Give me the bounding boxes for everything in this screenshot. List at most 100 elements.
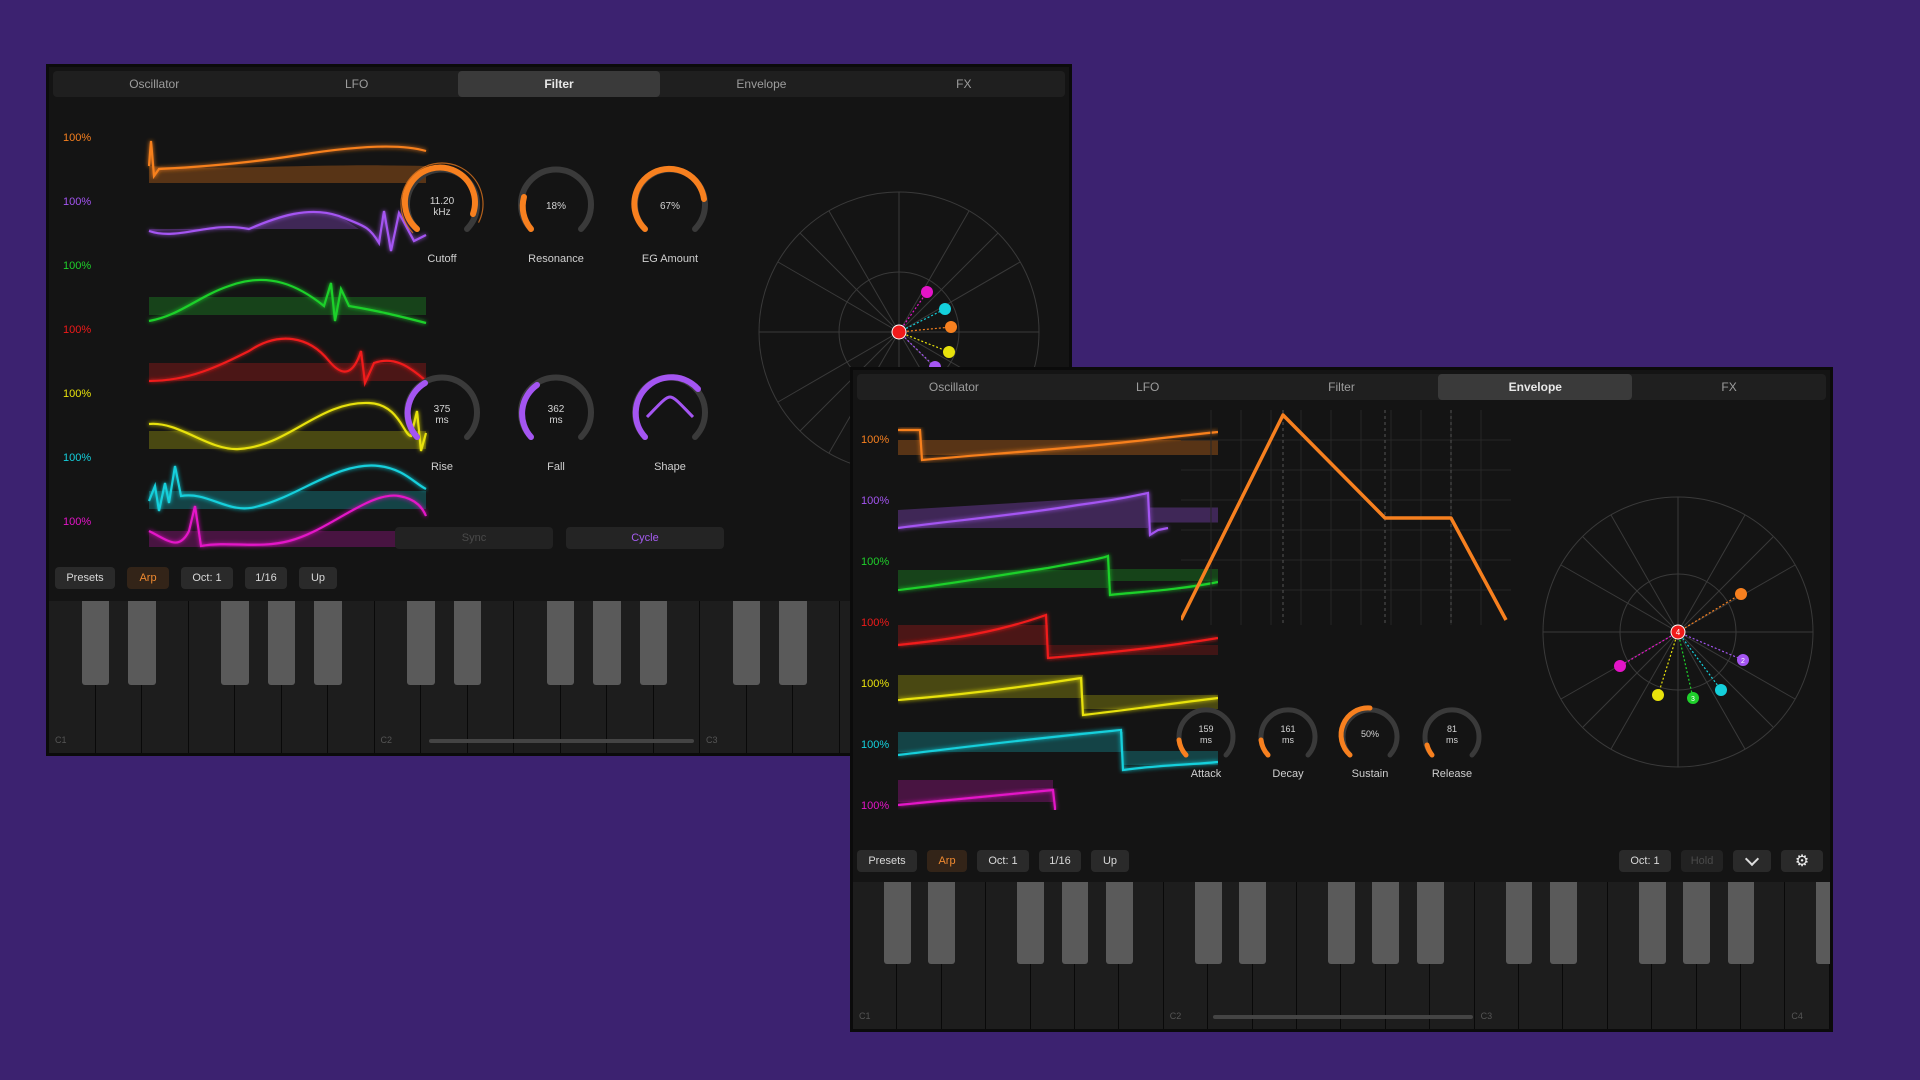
lane-level-4[interactable]: 100% [861,617,889,629]
piano-keyboard[interactable]: C1 C2 C3 C4 [853,882,1830,1029]
lane-level-1[interactable]: 100% [861,434,889,446]
gear-icon: ⚙ [1794,853,1810,870]
arp-button[interactable]: Arp [127,567,169,589]
eg-amount-label: EG Amount [641,253,699,265]
tab-oscillator[interactable]: Oscillator [857,374,1051,400]
lane-level-5[interactable]: 100% [861,678,889,690]
sustain-value: 50% [1360,729,1379,739]
octave-button[interactable]: Oct: 1 [977,850,1029,872]
hold-button[interactable]: Hold [1681,850,1723,872]
fall-knob[interactable]: 362 ms Fall [511,367,601,477]
radar-node-purple-label: 2 [1741,658,1745,665]
shape-knob[interactable]: Shape [625,367,715,477]
attack-knob[interactable]: 159 ms Attack [1171,700,1241,790]
resonance-knob[interactable]: 18% Resonance [511,159,601,269]
keyboard-scrollbar[interactable] [1213,1015,1473,1019]
black-key[interactable] [314,601,342,685]
lane-level-7[interactable]: 100% [861,800,889,812]
black-key[interactable] [81,601,110,685]
collapse-button[interactable] [1733,850,1771,872]
tab-fx[interactable]: FX [863,71,1065,97]
tab-envelope[interactable]: Envelope [660,71,862,97]
tab-filter[interactable]: Filter [457,71,661,97]
black-key[interactable] [1061,882,1089,964]
black-key[interactable] [453,601,482,685]
lane-level-3[interactable]: 100% [861,556,889,568]
tab-filter[interactable]: Filter [1245,374,1439,400]
lane-level-1[interactable]: 100% [63,132,91,144]
lane-level-6[interactable]: 100% [63,452,91,464]
fall-label: Fall [547,461,565,473]
note-label: C2 [380,735,393,745]
direction-button[interactable]: Up [299,567,337,589]
black-key[interactable] [779,601,807,685]
tab-lfo[interactable]: LFO [1051,374,1245,400]
note-label: C1 [859,1011,871,1021]
black-key[interactable] [1550,882,1577,964]
release-knob[interactable]: 81 ms Release [1417,700,1487,790]
lane-level-7[interactable]: 100% [63,516,91,528]
envelope-window: Oscillator LFO Filter Envelope FX 100% 10… [850,367,1833,1032]
black-key[interactable] [128,601,156,685]
modulation-lanes[interactable] [898,410,1218,810]
tab-lfo[interactable]: LFO [255,71,457,97]
rate-button[interactable]: 1/16 [245,567,287,589]
black-key[interactable] [1816,882,1830,964]
envelope-graph[interactable] [1181,410,1511,625]
chevron-down-icon [1744,851,1760,867]
lane-level-3[interactable]: 100% [63,260,91,272]
settings-button[interactable]: ⚙ [1781,850,1823,872]
decay-knob[interactable]: 161 ms Decay [1253,700,1323,790]
black-key[interactable] [1239,882,1266,964]
black-key[interactable] [1017,882,1044,964]
lane-level-5[interactable]: 100% [63,388,91,400]
black-key[interactable] [1372,882,1400,964]
black-key[interactable] [407,601,435,685]
modulation-radar[interactable]: 2 3 4 [1533,490,1823,780]
keyboard-scrollbar[interactable] [429,739,694,743]
black-key[interactable] [546,601,575,685]
black-key[interactable] [639,601,668,685]
black-key[interactable] [884,882,911,964]
cycle-button[interactable]: Cycle [566,527,724,549]
octave-right-button[interactable]: Oct: 1 [1619,850,1671,872]
black-key[interactable] [1416,882,1444,964]
black-key[interactable] [1106,882,1133,964]
tab-oscillator[interactable]: Oscillator [53,71,255,97]
direction-button[interactable]: Up [1091,850,1129,872]
black-key[interactable] [1505,882,1533,964]
arp-button[interactable]: Arp [927,850,967,872]
modulation-lanes[interactable] [99,111,429,551]
black-key[interactable] [1638,882,1666,964]
black-key[interactable] [928,882,956,964]
tab-fx[interactable]: FX [1632,374,1826,400]
attack-label: Attack [1190,768,1222,780]
lane-2-wave [148,209,427,252]
white-key[interactable] [1829,882,1830,1029]
sustain-knob[interactable]: 50% Sustain [1335,700,1405,790]
black-key[interactable] [1328,882,1355,964]
sync-button[interactable]: Sync [395,527,553,549]
tab-envelope[interactable]: Envelope [1438,374,1633,400]
black-key[interactable] [1683,882,1710,964]
lane-level-2[interactable]: 100% [861,495,889,507]
radar-hub-label: 4 [1676,628,1681,637]
black-key[interactable] [732,601,761,685]
presets-button[interactable]: Presets [857,850,917,872]
resonance-label: Resonance [528,253,584,265]
presets-button[interactable]: Presets [55,567,115,589]
octave-button[interactable]: Oct: 1 [181,567,233,589]
black-key[interactable] [593,601,621,685]
black-key[interactable] [1727,882,1755,964]
eg-amount-knob[interactable]: 67% EG Amount [625,159,715,269]
rise-label: Rise [430,461,453,473]
rise-knob[interactable]: 375 ms Rise [397,367,487,477]
black-key[interactable] [221,601,249,685]
lane-level-4[interactable]: 100% [63,324,91,336]
cutoff-knob[interactable]: 11.20 kHz Cutoff [397,159,487,269]
lane-level-2[interactable]: 100% [63,196,91,208]
rate-button[interactable]: 1/16 [1039,850,1081,872]
lane-level-6[interactable]: 100% [861,739,889,751]
black-key[interactable] [267,601,296,685]
black-key[interactable] [1194,882,1222,964]
